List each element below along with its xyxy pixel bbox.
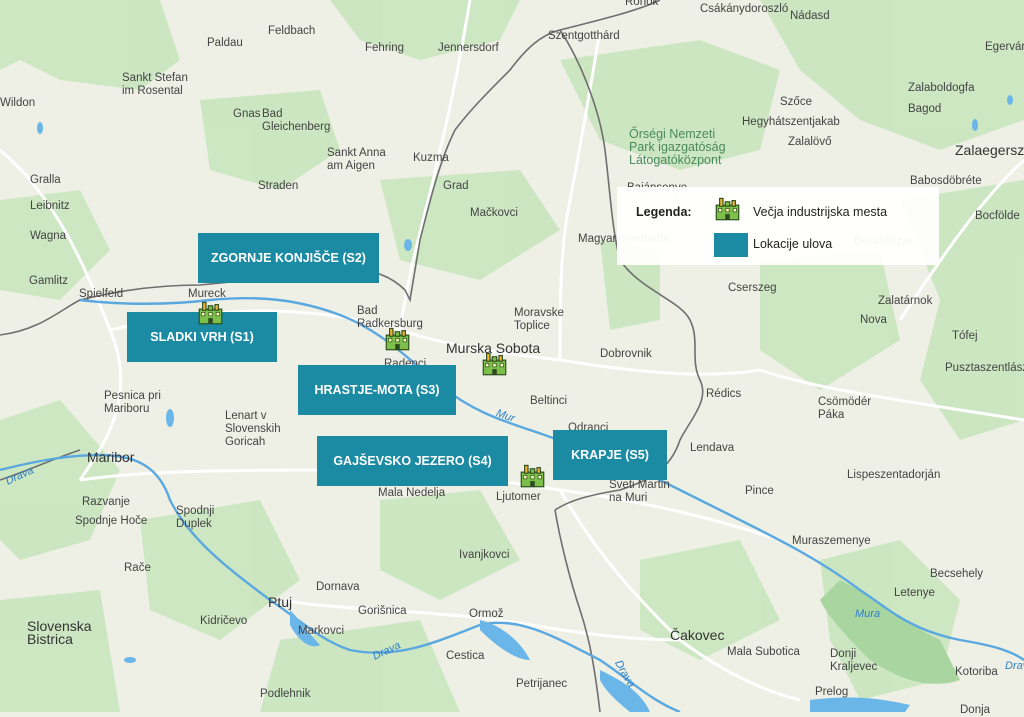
place-label: Rédics bbox=[706, 388, 742, 400]
factory-icon[interactable] bbox=[197, 299, 224, 326]
place-label: Spodnji Duplek bbox=[176, 505, 215, 530]
place-label: Lispeszentadorján bbox=[847, 469, 941, 481]
place-label: Spielfeld bbox=[79, 288, 124, 300]
place-label: Markovci bbox=[298, 625, 345, 637]
river-label: Drava bbox=[1005, 660, 1024, 672]
place-label: Ljutomer bbox=[496, 491, 541, 503]
place-label: Zalalövő bbox=[788, 136, 832, 148]
place-label: Becsehely bbox=[930, 568, 984, 580]
place-label: Zalaegersz bbox=[955, 142, 1024, 158]
legend-industrial-label: Večja industrijska mesta bbox=[753, 205, 888, 219]
catch-site-label[interactable]: ZGORNJE KONJIŠČE (S2) bbox=[198, 233, 379, 283]
place-label: Maribor bbox=[87, 449, 135, 465]
place-label: Leibnitz bbox=[30, 200, 70, 212]
place-label: Gorišnica bbox=[358, 605, 407, 617]
place-label: Pusztaszentlászló bbox=[945, 362, 1024, 374]
place-label: Őrségi Nemzeti Park igazgatóság Látogatókö… bbox=[629, 127, 726, 167]
place-label: Wildon bbox=[0, 97, 36, 109]
place-label: Straden bbox=[258, 180, 299, 192]
place-label: Mala Subotica bbox=[727, 646, 800, 658]
legend-title: Legenda: bbox=[636, 205, 692, 219]
factory-icon[interactable] bbox=[519, 462, 546, 489]
place-label: Ptuj bbox=[268, 594, 293, 610]
place-label: Kuzma bbox=[413, 152, 449, 164]
legend-catch-swatch bbox=[714, 233, 748, 257]
place-label: Lenart v Slovenskih Goricah bbox=[225, 410, 281, 448]
place-label: Prelog bbox=[815, 686, 849, 698]
place-label: Spodnje Hoče bbox=[75, 515, 148, 527]
place-label: Moravske Toplice bbox=[514, 307, 564, 332]
place-label: Dornava bbox=[316, 581, 360, 593]
place-label: Egervár bbox=[985, 41, 1024, 53]
place-label: Donja bbox=[960, 704, 991, 716]
place-label: Mačkovci bbox=[470, 207, 518, 219]
place-label: Beltinci bbox=[530, 395, 568, 407]
place-label: Letenye bbox=[894, 587, 935, 599]
catch-site-label[interactable]: KRAPJE (S5) bbox=[553, 430, 667, 480]
place-label: Muraszemenye bbox=[792, 535, 871, 547]
factory-icon bbox=[715, 197, 740, 221]
place-label: Sveti Martin na Muri bbox=[609, 479, 670, 504]
place-label: Lendava bbox=[690, 442, 735, 454]
place-label: Pesnica pri Mariboru bbox=[104, 390, 161, 415]
place-label: Cestica bbox=[446, 650, 485, 662]
place-label: Donji Kraljevec bbox=[830, 648, 878, 673]
place-label: Sankt Stefan im Rosental bbox=[122, 72, 188, 97]
place-label: Csömödér Páka bbox=[818, 396, 872, 421]
place-label: Rače bbox=[124, 562, 151, 574]
place-label: Ormož bbox=[469, 608, 504, 620]
place-label: Kotoriba bbox=[955, 666, 998, 678]
place-label: Dobrovnik bbox=[600, 348, 652, 360]
place-label: Feldbach bbox=[268, 25, 316, 37]
catch-site-label[interactable]: GAJŠEVSKO JEZERO (S4) bbox=[317, 436, 508, 486]
place-label: Razvanje bbox=[82, 496, 130, 508]
place-label: Kidričevo bbox=[200, 615, 248, 627]
place-label: Gamlitz bbox=[29, 275, 68, 287]
place-label: Wagna bbox=[30, 230, 67, 242]
place-label: Petrijanec bbox=[516, 678, 568, 690]
place-label: Fehring bbox=[365, 42, 404, 54]
place-label: Slovenska Bistrica bbox=[27, 618, 92, 647]
place-label: Ivanjkovci bbox=[459, 549, 510, 561]
legend-catch-label: Lokacije ulova bbox=[753, 237, 833, 251]
place-label: Grad bbox=[443, 180, 469, 192]
place-label: Čakovec bbox=[670, 627, 725, 643]
place-label: Sankt Anna am Aigen bbox=[327, 147, 386, 172]
place-label: Mala Nedelja bbox=[378, 487, 446, 499]
factory-icon[interactable] bbox=[481, 350, 508, 377]
place-label: Cserszeg bbox=[728, 282, 777, 294]
place-label: Nova bbox=[860, 314, 887, 326]
place-label: Bocfölde bbox=[975, 210, 1020, 222]
legend: Legenda: Večja industrijska mesta Lokaci… bbox=[617, 187, 939, 265]
place-label: Podlehnik bbox=[260, 688, 311, 700]
place-label: Nádasd bbox=[790, 10, 830, 22]
catch-site-label[interactable]: HRASTJE-MOTA (S3) bbox=[298, 365, 456, 415]
place-label: Paldau bbox=[207, 37, 243, 49]
place-label: Jennersdorf bbox=[438, 42, 499, 54]
place-label: Hegyhátszentjakab bbox=[742, 116, 840, 128]
place-label: Bad Gleichenberg bbox=[262, 108, 331, 133]
place-label: Zalaboldogfa bbox=[908, 82, 975, 94]
place-label: Zalatárnok bbox=[878, 295, 933, 307]
place-label: Gnas bbox=[233, 108, 261, 120]
place-label: Gralla bbox=[30, 174, 61, 186]
place-label: Szentgotthárd bbox=[548, 30, 620, 42]
place-label: Bagod bbox=[908, 103, 942, 115]
place-label: Pince bbox=[745, 485, 774, 497]
place-label: Rönök bbox=[625, 0, 659, 8]
river-label: Mura bbox=[855, 608, 881, 620]
place-label: Csákánydoroszló bbox=[700, 3, 789, 15]
factory-icon[interactable] bbox=[384, 325, 411, 352]
place-label: Szőce bbox=[780, 96, 812, 108]
place-label: Tófej bbox=[952, 330, 978, 342]
